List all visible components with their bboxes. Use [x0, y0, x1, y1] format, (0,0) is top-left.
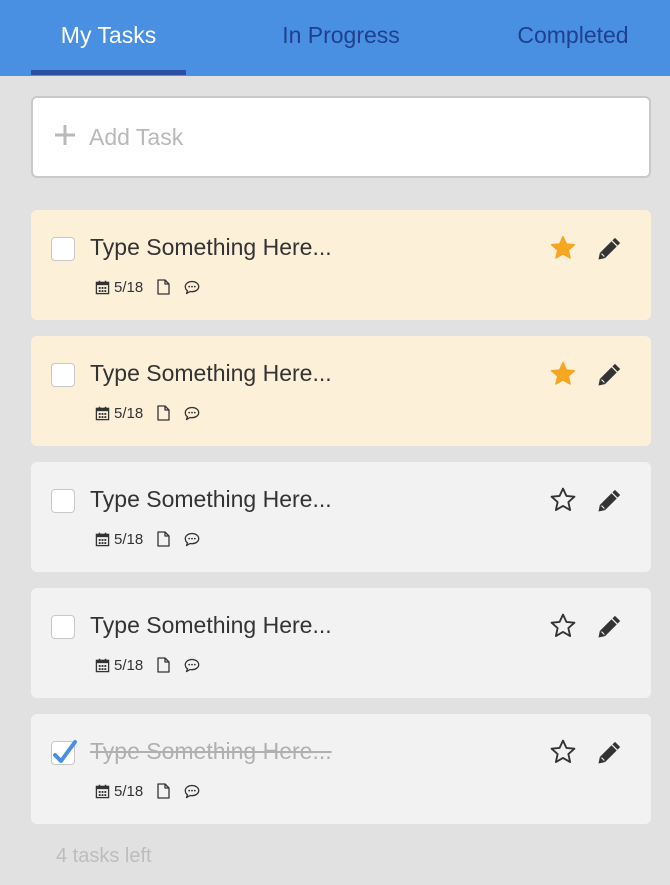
pencil-icon[interactable]	[597, 235, 623, 261]
task-title[interactable]: Type Something Here...	[90, 612, 332, 639]
task-meta: 5/18	[95, 782, 200, 800]
tab-in-progress[interactable]: In Progress	[256, 0, 426, 76]
task-checkbox[interactable]	[51, 363, 75, 387]
task-card: Type Something Here... 5/18	[31, 714, 651, 824]
tab-completed[interactable]: Completed	[500, 0, 646, 76]
task-date: 5/18	[114, 404, 144, 422]
active-tab-indicator	[31, 70, 186, 75]
task-checkbox[interactable]	[51, 237, 75, 261]
task-date: 5/18	[114, 530, 144, 548]
star-icon[interactable]	[549, 738, 577, 766]
file-icon[interactable]	[157, 405, 170, 421]
star-icon[interactable]	[549, 486, 577, 514]
tab-bar: My Tasks In Progress Completed	[0, 0, 670, 76]
calendar-icon	[95, 280, 110, 294]
task-checkbox[interactable]	[51, 740, 77, 765]
task-meta: 5/18	[95, 656, 200, 674]
pencil-icon[interactable]	[597, 739, 623, 765]
star-icon[interactable]	[549, 612, 577, 640]
task-date: 5/18	[114, 656, 144, 674]
comment-icon[interactable]	[184, 280, 200, 295]
task-card: Type Something Here... 5/18	[31, 210, 651, 320]
star-icon[interactable]	[549, 234, 577, 262]
task-meta: 5/18	[95, 404, 200, 422]
task-meta: 5/18	[95, 530, 200, 548]
checkmark-icon	[53, 740, 77, 763]
pencil-icon[interactable]	[597, 361, 623, 387]
file-icon[interactable]	[157, 657, 170, 673]
comment-icon[interactable]	[184, 532, 200, 547]
add-task-box[interactable]	[31, 96, 651, 178]
task-meta: 5/18	[95, 278, 200, 296]
task-card: Type Something Here... 5/18	[31, 588, 651, 698]
calendar-icon	[95, 406, 110, 420]
pencil-icon[interactable]	[597, 487, 623, 513]
task-card: Type Something Here... 5/18	[31, 336, 651, 446]
task-title[interactable]: Type Something Here...	[90, 738, 332, 765]
comment-icon[interactable]	[184, 658, 200, 673]
comment-icon[interactable]	[184, 784, 200, 799]
task-card: Type Something Here... 5/18	[31, 462, 651, 572]
file-icon[interactable]	[157, 783, 170, 799]
file-icon[interactable]	[157, 279, 170, 295]
task-date: 5/18	[114, 278, 144, 296]
task-title[interactable]: Type Something Here...	[90, 234, 332, 261]
task-checkbox[interactable]	[51, 615, 75, 639]
task-title[interactable]: Type Something Here...	[90, 486, 332, 513]
task-date: 5/18	[114, 782, 144, 800]
calendar-icon	[95, 784, 110, 798]
tab-my-tasks[interactable]: My Tasks	[31, 0, 186, 76]
file-icon[interactable]	[157, 531, 170, 547]
pencil-icon[interactable]	[597, 613, 623, 639]
star-icon[interactable]	[549, 360, 577, 388]
plus-icon[interactable]	[53, 123, 77, 147]
task-checkbox[interactable]	[51, 489, 75, 513]
tasks-left-count: 4 tasks left	[56, 845, 152, 867]
add-task-input[interactable]	[89, 116, 629, 158]
calendar-icon	[95, 532, 110, 546]
calendar-icon	[95, 658, 110, 672]
comment-icon[interactable]	[184, 406, 200, 421]
task-title[interactable]: Type Something Here...	[90, 360, 332, 387]
